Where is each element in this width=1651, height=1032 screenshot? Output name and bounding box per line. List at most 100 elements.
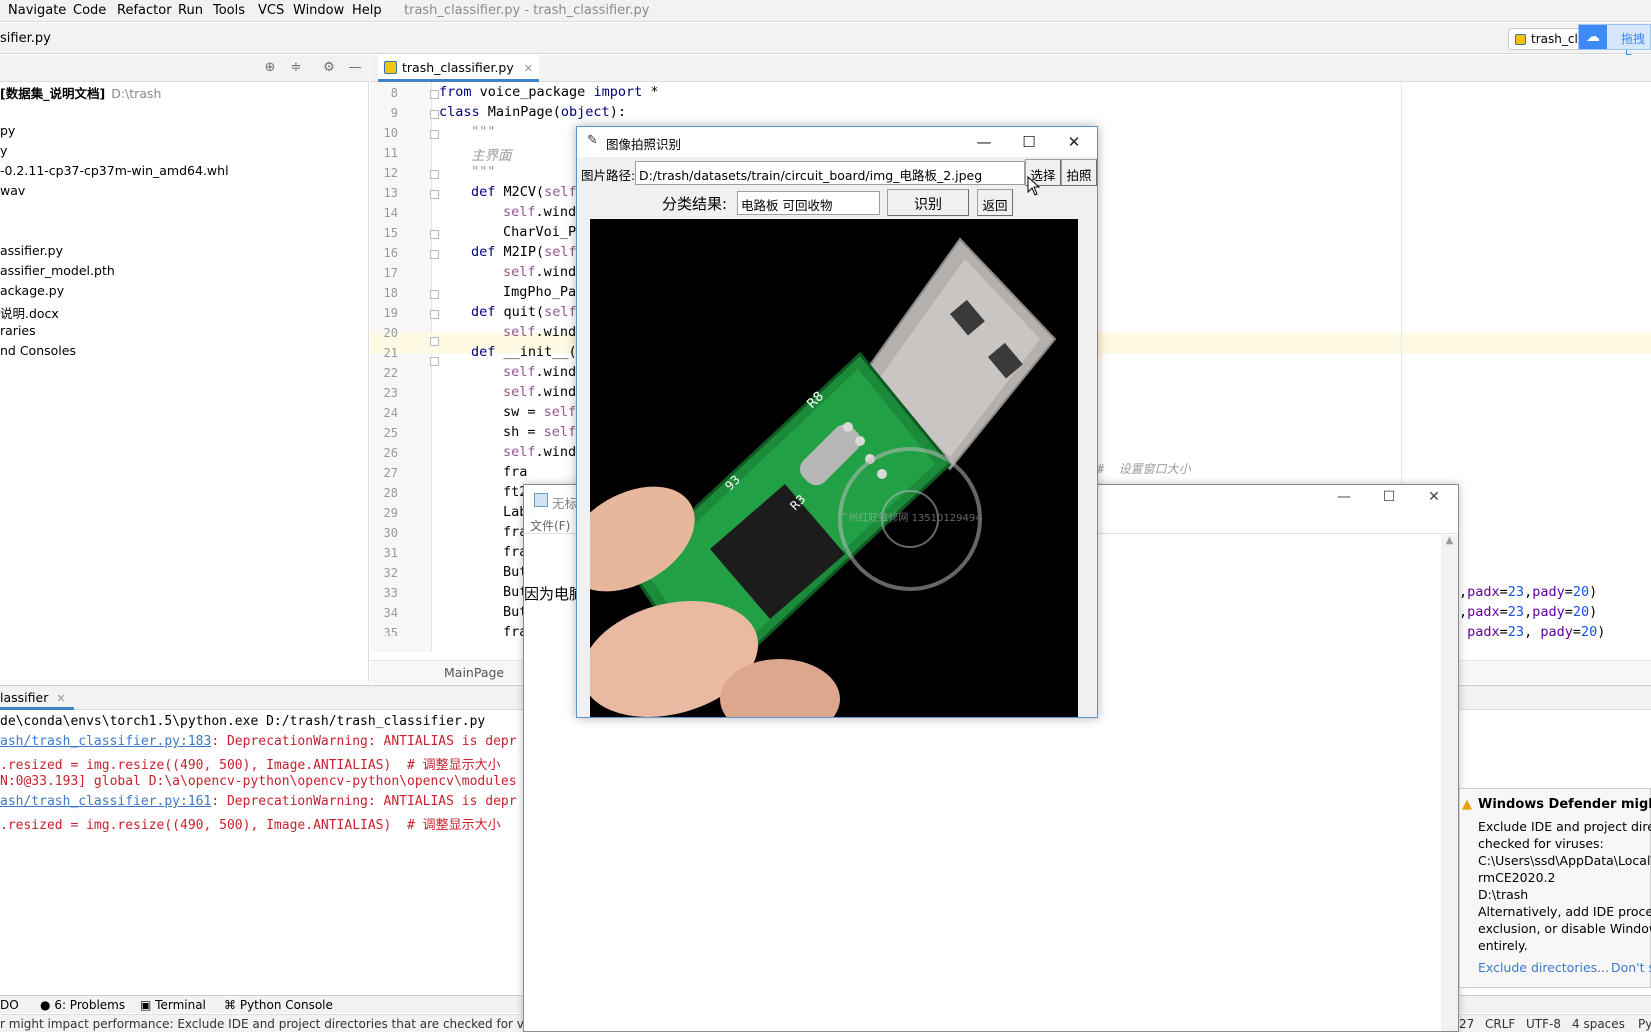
back-button[interactable]: 返回 bbox=[977, 189, 1013, 216]
tree-item[interactable]: y bbox=[0, 143, 7, 158]
indent-setting[interactable]: 4 spaces bbox=[1572, 1017, 1625, 1031]
breadcrumb-class[interactable]: MainPage bbox=[444, 665, 504, 680]
tab-label: trash_classifier.py bbox=[402, 60, 514, 75]
problems-tab[interactable]: ● 6: Problems bbox=[40, 998, 125, 1012]
notepad-scrollbar[interactable]: ▲ bbox=[1441, 535, 1458, 1031]
menu-run[interactable]: Run bbox=[178, 3, 203, 18]
console-text: : DeprecationWarning: ANTIALIAS is depr bbox=[211, 794, 517, 809]
nav-breadcrumb-file[interactable]: sifier.py bbox=[0, 31, 51, 46]
fold-marker[interactable] bbox=[430, 190, 439, 199]
console-line: ash/trash_classifier.py:183: Deprecation… bbox=[0, 734, 517, 749]
tree-root[interactable]: [数据集_说明文档] D:\trash bbox=[0, 83, 161, 102]
code-line: ,padx=23,pady=20) bbox=[1459, 584, 1598, 600]
line-separator[interactable]: CRLF bbox=[1485, 1017, 1515, 1031]
terminal-label: Terminal bbox=[155, 998, 206, 1012]
close-icon[interactable]: ✕ bbox=[1414, 489, 1454, 511]
tree-item[interactable]: assifier.py bbox=[0, 243, 63, 258]
fold-marker[interactable] bbox=[430, 290, 439, 299]
line-number: 26 bbox=[383, 446, 398, 460]
exclude-directories-link[interactable]: Exclude directories... bbox=[1478, 960, 1609, 975]
code-line: from voice_package import * bbox=[439, 84, 659, 100]
notepad-title: 无标 bbox=[552, 496, 578, 511]
menu-window[interactable]: Window bbox=[293, 3, 344, 18]
gear-icon[interactable]: ⚙ bbox=[321, 60, 337, 76]
minimize-icon[interactable]: — bbox=[1324, 489, 1364, 511]
code-line: sw = self bbox=[503, 404, 577, 420]
line-number: 18 bbox=[383, 286, 398, 300]
fold-marker[interactable] bbox=[430, 337, 439, 346]
fold-marker[interactable] bbox=[430, 230, 439, 239]
tree-item[interactable]: wav bbox=[0, 183, 25, 198]
line-number: 16 bbox=[383, 246, 398, 260]
tree-item[interactable]: nd Consoles bbox=[0, 343, 76, 358]
tree-item[interactable]: assifier_model.pth bbox=[0, 263, 115, 278]
close-icon[interactable]: ✕ bbox=[1054, 130, 1094, 154]
maximize-icon[interactable]: ☐ bbox=[1369, 489, 1409, 511]
fold-marker[interactable] bbox=[430, 170, 439, 179]
run-tab[interactable]: lassifier ✕ bbox=[0, 686, 74, 710]
fold-marker[interactable] bbox=[430, 250, 439, 259]
result-field[interactable]: 电路板 可回收物 bbox=[737, 191, 880, 215]
usb-circuit-board-photo: R8 93 R3 广州红旺维修网 13510129494 bbox=[590, 219, 1078, 717]
menu-navigate[interactable]: Navigate bbox=[8, 3, 66, 18]
code-line: """ bbox=[471, 124, 496, 140]
locate-icon[interactable]: ⊕ bbox=[262, 60, 278, 76]
tree-item[interactable]: ackage.py bbox=[0, 283, 64, 298]
fold-marker[interactable] bbox=[430, 310, 439, 319]
fold-marker[interactable] bbox=[430, 110, 439, 119]
menu-code[interactable]: Code bbox=[73, 3, 106, 18]
python-console-tab[interactable]: ⌘ Python Console bbox=[224, 998, 333, 1012]
fold-marker[interactable] bbox=[430, 90, 439, 99]
dialog-title: 图像拍照识别 bbox=[606, 137, 682, 152]
fold-marker[interactable] bbox=[430, 130, 439, 139]
python-interpreter[interactable]: Py bbox=[1638, 1017, 1651, 1031]
code-line: self.wind bbox=[503, 364, 577, 380]
console-file-link[interactable]: ash/trash_classifier.py:183 bbox=[0, 734, 211, 749]
close-icon[interactable]: ✕ bbox=[56, 692, 65, 705]
navigation-bar: sifier.py trash_cl ☁ 拖拽上 bbox=[0, 23, 1651, 63]
status-message[interactable]: r might impact performance: Exclude IDE … bbox=[0, 1017, 540, 1031]
dialog-titlebar[interactable]: ✎ 图像拍照识别 — ☐ ✕ bbox=[577, 127, 1097, 157]
close-icon[interactable]: ✕ bbox=[524, 62, 533, 75]
recognize-button[interactable]: 识别 bbox=[887, 189, 969, 216]
line-number: 32 bbox=[383, 566, 398, 580]
minimize-icon[interactable]: — bbox=[964, 130, 1004, 154]
take-photo-button[interactable]: 拍照 bbox=[1061, 159, 1097, 186]
maximize-icon[interactable]: ☐ bbox=[1009, 130, 1049, 154]
console-text: .resized = img.resize((490, 500), Image.… bbox=[0, 758, 501, 773]
tree-item[interactable]: raries bbox=[0, 323, 36, 338]
tree-item[interactable]: -0.2.11-cp37-cp37m-win_amd64.whl bbox=[0, 163, 229, 178]
console-line: de\conda\envs\torch1.5\python.exe D:/tra… bbox=[0, 714, 485, 729]
defender-body: Exclude IDE and project direct checked f… bbox=[1478, 818, 1651, 954]
collapse-all-icon[interactable]: ≑ bbox=[288, 60, 304, 76]
hide-icon[interactable]: — bbox=[347, 60, 363, 76]
file-encoding[interactable]: UTF-8 bbox=[1526, 1017, 1561, 1031]
line-number: 30 bbox=[383, 526, 398, 540]
terminal-tab[interactable]: ▣ Terminal bbox=[140, 998, 206, 1012]
menu-vcs[interactable]: VCS bbox=[258, 3, 284, 18]
menu-refactor[interactable]: Refactor bbox=[117, 3, 172, 18]
tree-item[interactable]: py bbox=[0, 123, 15, 138]
python-icon: ⌘ bbox=[224, 998, 236, 1012]
todo-tab[interactable]: DO bbox=[0, 998, 19, 1012]
line-number: 14 bbox=[383, 206, 398, 220]
tree-item[interactable]: 说明.docx bbox=[0, 303, 59, 322]
console-file-link[interactable]: ash/trash_classifier.py:161 bbox=[0, 794, 211, 809]
console-line: ash/trash_classifier.py:161: Deprecation… bbox=[0, 794, 517, 809]
cloud-upload-button[interactable]: ☁ 拖拽上 bbox=[1578, 24, 1651, 63]
notepad-menu-file[interactable]: 文件(F) bbox=[530, 517, 570, 534]
line-number: 29 bbox=[383, 506, 398, 520]
line-number: 27 bbox=[383, 466, 398, 480]
line-number: 10 bbox=[383, 126, 398, 140]
python-console-label: Python Console bbox=[239, 998, 333, 1012]
fold-marker[interactable] bbox=[430, 357, 439, 366]
problems-icon: ● bbox=[40, 998, 51, 1012]
image-recognition-dialog: ✎ 图像拍照识别 — ☐ ✕ 图片路径: 选择 拍照 分类结果: 电路板 可回收… bbox=[576, 126, 1098, 718]
tab-trash-classifier[interactable]: trash_classifier.py ✕ bbox=[378, 55, 539, 82]
menu-tools[interactable]: Tools bbox=[213, 3, 245, 18]
python-file-icon bbox=[384, 61, 397, 74]
menu-help[interactable]: Help bbox=[352, 3, 382, 18]
image-path-input[interactable] bbox=[635, 161, 1025, 185]
watermark-text: 广州红旺维修网 13510129494 bbox=[838, 511, 981, 524]
dont-show-link[interactable]: Don't s bbox=[1611, 960, 1651, 975]
